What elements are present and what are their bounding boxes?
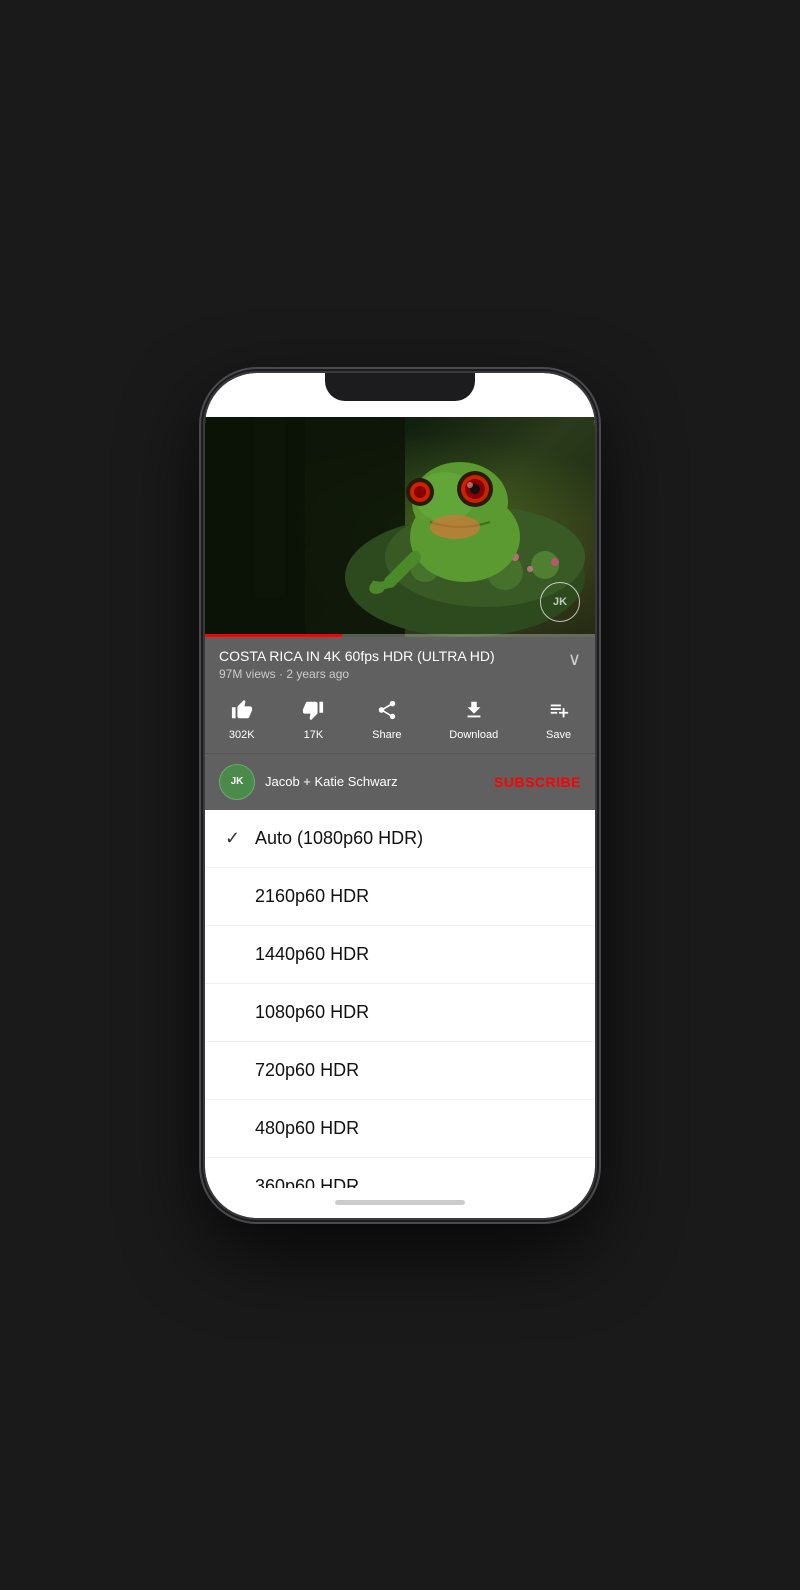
home-bar: [335, 1200, 465, 1205]
quality-label-auto: Auto (1080p60 HDR): [255, 828, 423, 849]
signal-bar-3: [514, 397, 517, 406]
like-count: 302K: [229, 729, 255, 741]
signal-bar-1: [504, 402, 507, 406]
battery-icon: [550, 394, 575, 406]
quality-label-720: 720p60 HDR: [255, 1060, 359, 1081]
channel-name: Jacob + Katie Schwarz: [265, 774, 484, 789]
action-bar: 302K 17K Share: [205, 691, 595, 754]
download-button[interactable]: Download: [449, 699, 498, 741]
quality-option-480[interactable]: 480p60 HDR: [205, 1100, 595, 1158]
dislike-count: 17K: [304, 729, 324, 741]
video-title: COSTA RICA IN 4K 60fps HDR (ULTRA HD): [219, 647, 495, 665]
share-icon: [376, 699, 398, 725]
home-indicator: [205, 1188, 595, 1218]
battery-fill: [552, 396, 571, 404]
quality-label-360: 360p60 HDR: [255, 1176, 359, 1188]
like-button[interactable]: 302K: [229, 699, 255, 741]
phone-frame: 6:22 ▲: [205, 373, 595, 1218]
status-time: 6:22 ▲: [225, 391, 270, 408]
signal-bars: [504, 394, 522, 406]
notch: [325, 373, 475, 401]
video-title-block: COSTA RICA IN 4K 60fps HDR (ULTRA HD) 97…: [219, 647, 495, 681]
save-label: Save: [546, 729, 571, 741]
quality-option-1080[interactable]: 1080p60 HDR: [205, 984, 595, 1042]
save-icon: [548, 699, 570, 725]
video-thumbnail[interactable]: JK: [205, 417, 595, 637]
wifi-icon: [528, 392, 544, 407]
video-meta: 97M views · 2 years ago: [219, 667, 495, 681]
channel-watermark: JK: [540, 582, 580, 622]
subscribe-button[interactable]: SUBSCRIBE: [494, 774, 581, 790]
like-icon: [231, 699, 253, 725]
quality-list: ✓Auto (1080p60 HDR) 2160p60 HDR 1440p60 HD…: [205, 810, 595, 1188]
location-icon: ▲: [260, 394, 270, 405]
time-display: 6:22: [225, 391, 255, 408]
quality-sheet: ✓Auto (1080p60 HDR) 2160p60 HDR 1440p60 HD…: [205, 810, 595, 1188]
signal-bar-4: [519, 394, 522, 406]
dislike-button[interactable]: 17K: [302, 699, 324, 741]
status-right: [504, 392, 575, 407]
channel-avatar: JK: [219, 764, 255, 800]
quality-option-720[interactable]: 720p60 HDR: [205, 1042, 595, 1100]
progress-fill: [205, 634, 342, 637]
signal-bar-2: [509, 400, 512, 406]
download-icon: [463, 699, 485, 725]
dislike-icon: [302, 699, 324, 725]
quality-option-2160[interactable]: 2160p60 HDR: [205, 868, 595, 926]
share-label: Share: [372, 729, 401, 741]
chevron-down-icon[interactable]: ∨: [568, 649, 581, 670]
quality-check-auto: ✓: [225, 828, 255, 849]
frog-illustration: [205, 417, 595, 637]
quality-label-480: 480p60 HDR: [255, 1118, 359, 1139]
progress-bar[interactable]: [205, 634, 595, 637]
quality-label-1080: 1080p60 HDR: [255, 1002, 369, 1023]
save-button[interactable]: Save: [546, 699, 571, 741]
phone-screen: 6:22 ▲: [205, 373, 595, 1218]
quality-label-1440: 1440p60 HDR: [255, 944, 369, 965]
quality-option-360[interactable]: 360p60 HDR: [205, 1158, 595, 1188]
quality-label-2160: 2160p60 HDR: [255, 886, 369, 907]
video-info: COSTA RICA IN 4K 60fps HDR (ULTRA HD) 97…: [205, 637, 595, 691]
quality-option-auto[interactable]: ✓Auto (1080p60 HDR): [205, 810, 595, 868]
channel-row: JK Jacob + Katie Schwarz SUBSCRIBE: [205, 754, 595, 810]
share-button[interactable]: Share: [372, 699, 401, 741]
quality-option-1440[interactable]: 1440p60 HDR: [205, 926, 595, 984]
download-label: Download: [449, 729, 498, 741]
